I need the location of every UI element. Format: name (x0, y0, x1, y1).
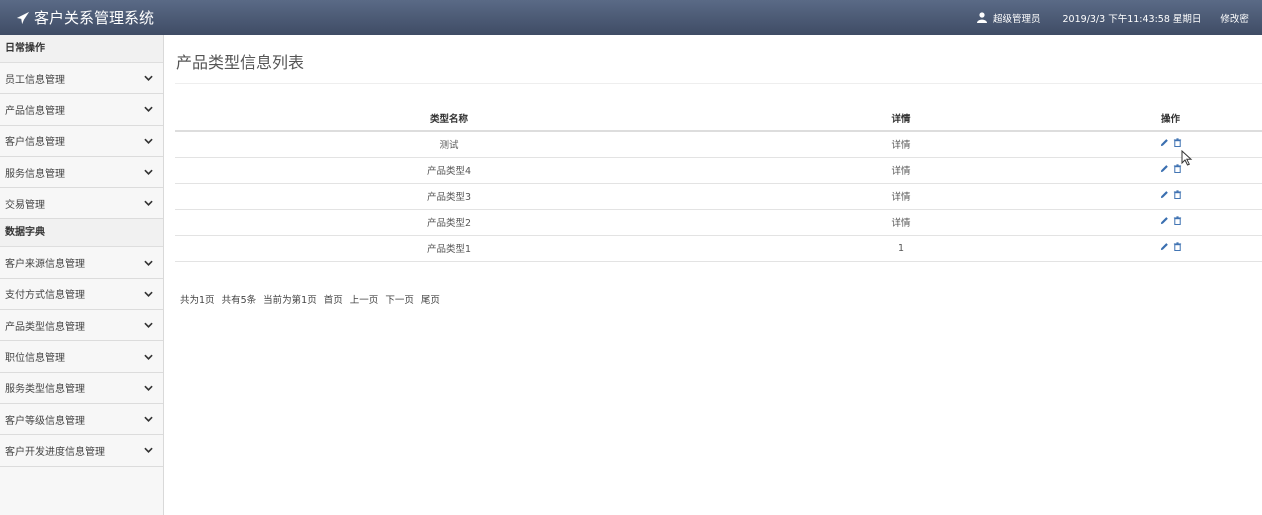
table-row: 产品类型1 1 (175, 235, 1262, 262)
cell-actions (1079, 235, 1262, 262)
cell-type-name: 测试 (175, 131, 723, 158)
user-icon (977, 12, 987, 23)
chevron-down-icon (144, 354, 153, 360)
chevron-down-icon (144, 260, 153, 266)
cell-detail: 1 (723, 235, 1079, 262)
cell-actions (1079, 183, 1262, 210)
sidebar-item-position[interactable]: 职位信息管理 (0, 341, 163, 373)
pager-prev-link[interactable]: 上一页 (350, 295, 379, 306)
chevron-down-icon (144, 75, 153, 82)
sidebar-group-dictionary: 数据字典 (0, 219, 163, 248)
cell-detail: 详情 (723, 209, 1079, 236)
column-header-actions: 操作 (1079, 105, 1262, 132)
trash-icon[interactable] (1173, 190, 1182, 199)
sidebar-group-daily: 日常操作 (0, 35, 163, 63)
chevron-down-icon (144, 322, 153, 329)
paper-plane-icon (16, 11, 30, 24)
chevron-down-icon (144, 448, 153, 454)
chevron-down-icon (144, 291, 153, 297)
title-divider (175, 83, 1262, 84)
top-bar: 客户关系管理系统 超级管理员 2019/3/3 下午11:43:58 星期日 修… (0, 0, 1262, 35)
sidebar-item-service[interactable]: 服务信息管理 (0, 156, 163, 189)
pencil-icon[interactable] (1160, 138, 1169, 147)
sidebar-item-label: 产品信息管理 (5, 105, 65, 117)
table-row: 测试 详情 (175, 131, 1262, 158)
pager-total-records: 共有5条 (221, 295, 257, 306)
sidebar-item-label: 客户开发进度信息管理 (5, 446, 105, 458)
mouse-cursor-icon (1181, 150, 1193, 166)
cell-type-name: 产品类型4 (175, 157, 723, 184)
sidebar: 日常操作 员工信息管理 产品信息管理 客户信息管理 服务信息管理 交易管理 数据… (0, 35, 164, 515)
sidebar-item-product[interactable]: 产品信息管理 (0, 94, 163, 126)
cell-type-name: 产品类型2 (175, 209, 723, 236)
trash-icon[interactable] (1173, 138, 1182, 148)
sidebar-item-dev-progress[interactable]: 客户开发进度信息管理 (0, 435, 163, 467)
chevron-down-icon (144, 169, 153, 175)
pager-current-page: 当前为第1页 (263, 295, 317, 306)
sidebar-item-customer-level[interactable]: 客户等级信息管理 (0, 403, 163, 436)
sidebar-item-label: 支付方式信息管理 (5, 290, 85, 302)
chevron-down-icon (144, 200, 153, 207)
chevron-down-icon (144, 107, 153, 113)
sidebar-item-trade[interactable]: 交易管理 (0, 188, 163, 220)
sidebar-item-label: 服务类型信息管理 (5, 384, 85, 396)
pencil-icon[interactable] (1160, 242, 1169, 251)
pagination: 共为1页 共有5条 当前为第1页 首页 上一页 下一页 尾页 (180, 292, 444, 306)
chevron-down-icon (144, 138, 153, 144)
sidebar-item-label: 产品类型信息管理 (5, 321, 85, 333)
cell-actions (1079, 131, 1262, 158)
sidebar-item-service-type[interactable]: 服务类型信息管理 (0, 372, 163, 404)
sidebar-item-employee[interactable]: 员工信息管理 (0, 63, 163, 95)
pager-last-link[interactable]: 尾页 (421, 295, 440, 306)
sidebar-item-customer[interactable]: 客户信息管理 (0, 125, 163, 157)
chevron-down-icon (144, 385, 153, 391)
sidebar-item-label: 客户等级信息管理 (5, 415, 85, 427)
brand[interactable]: 客户关系管理系统 (0, 7, 154, 28)
column-header-detail: 详情 (723, 105, 1079, 132)
cell-actions (1079, 157, 1262, 184)
table-row: 产品类型4 详情 (175, 157, 1262, 184)
cell-detail: 详情 (723, 157, 1079, 184)
trash-icon[interactable] (1173, 242, 1182, 251)
sidebar-item-label: 客户来源信息管理 (5, 259, 85, 271)
column-header-name: 类型名称 (175, 105, 723, 132)
pencil-icon[interactable] (1160, 164, 1169, 173)
pencil-icon[interactable] (1160, 190, 1169, 199)
cell-type-name: 产品类型1 (175, 235, 723, 262)
table-row: 产品类型2 详情 (175, 209, 1262, 236)
pager-total-pages: 共为1页 (180, 295, 215, 306)
sidebar-item-label: 职位信息管理 (5, 353, 65, 365)
main-content: 产品类型信息列表 类型名称 详情 操作 测试 详情 产品类型4 详情 产品类型3… (165, 35, 1262, 515)
cell-type-name: 产品类型3 (175, 183, 723, 210)
sidebar-item-label: 客户信息管理 (5, 137, 65, 149)
sidebar-item-customer-source[interactable]: 客户来源信息管理 (0, 247, 163, 279)
product-type-table: 类型名称 详情 操作 测试 详情 产品类型4 详情 产品类型3 详情 产品类型2… (175, 105, 1262, 262)
page-title: 产品类型信息列表 (176, 53, 305, 72)
table-row: 产品类型3 详情 (175, 183, 1262, 210)
pager-first-link[interactable]: 首页 (324, 295, 343, 306)
sidebar-item-label: 交易管理 (5, 199, 45, 211)
pencil-icon[interactable] (1160, 216, 1169, 225)
sidebar-item-label: 员工信息管理 (5, 74, 65, 86)
top-right-info: 超级管理员 2019/3/3 下午11:43:58 星期日 修改密 (977, 0, 1262, 35)
table-header-row: 类型名称 详情 操作 (175, 105, 1262, 132)
change-password-link[interactable]: 修改密 (1220, 11, 1249, 25)
cell-detail: 详情 (723, 183, 1079, 210)
user-name[interactable]: 超级管理员 (993, 11, 1041, 25)
chevron-down-icon (144, 416, 153, 423)
cell-detail: 详情 (723, 131, 1079, 158)
cell-actions (1079, 209, 1262, 236)
pager-next-link[interactable]: 下一页 (385, 295, 414, 306)
sidebar-item-label: 服务信息管理 (5, 168, 65, 180)
sidebar-item-product-type[interactable]: 产品类型信息管理 (0, 310, 163, 342)
app-title: 客户关系管理系统 (34, 9, 155, 27)
trash-icon[interactable] (1173, 216, 1182, 225)
sidebar-item-payment-method[interactable]: 支付方式信息管理 (0, 278, 163, 311)
current-datetime: 2019/3/3 下午11:43:58 星期日 (1062, 13, 1202, 25)
